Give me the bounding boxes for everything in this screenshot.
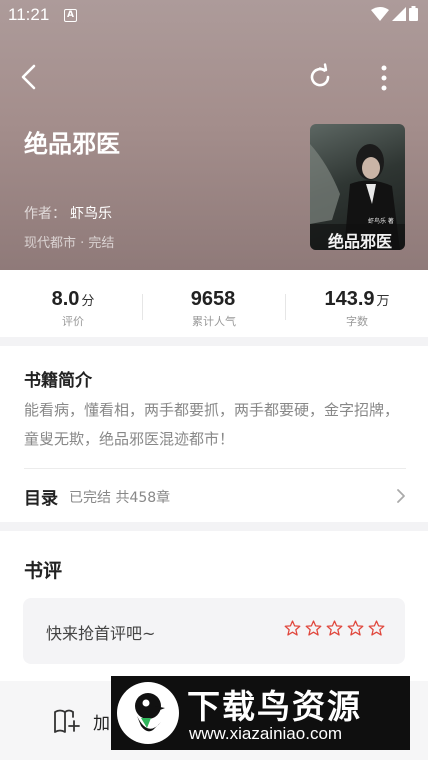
intro-section: 书籍简介 能看病，懂看相，两手都要抓，两手都要硬，金字招牌，童叟无欺，绝品邪医混… xyxy=(0,346,428,522)
intro-text[interactable]: 能看病，懂看相，两手都要抓，两手都要硬，金字招牌，童叟无欺，绝品邪医混迹都市！ xyxy=(24,396,409,454)
battery-icon xyxy=(409,6,418,21)
stat-value: 8.0 xyxy=(51,288,80,310)
stat-popularity: 9658 累计人气 xyxy=(143,288,285,329)
stat-label: 评价 xyxy=(62,315,84,328)
stats-bar: 8.0 分 评价 9658 累计人气 143.9 万 字数 xyxy=(0,270,428,337)
book-header: 11:21 A 绝品邪医 作者： 虾鸟乐 现代都市 · 完结 虾鸟乐 著 绝品邪医 xyxy=(0,0,428,270)
notification-icon: A xyxy=(64,9,77,22)
toc-label: 目录 xyxy=(24,489,58,509)
stat-word-count: 143.9 万 字数 xyxy=(286,288,428,329)
stat-unit: 万 xyxy=(376,294,390,309)
signal-icon xyxy=(392,6,406,21)
review-prompt: 快来抢首评吧~ xyxy=(46,624,156,643)
toc-status: 已完结 共458章 xyxy=(69,490,171,506)
chevron-right-icon xyxy=(397,489,405,503)
book-title: 绝品邪医 xyxy=(24,130,120,158)
star-icon[interactable] xyxy=(305,620,322,636)
system-icons xyxy=(371,6,418,21)
watermark-banner: 下载鸟资源 www.xiazainiao.com xyxy=(111,676,410,750)
status-bar: 11:21 A xyxy=(0,0,428,30)
watermark-url: www.xiazainiao.com xyxy=(189,724,343,743)
stat-value: 143.9 xyxy=(324,288,375,310)
star-icon[interactable] xyxy=(326,620,343,636)
book-genre: 现代都市 · 完结 xyxy=(24,236,115,251)
review-title: 书评 xyxy=(24,560,63,582)
review-section: 书评 快来抢首评吧~ xyxy=(0,531,428,681)
wifi-icon xyxy=(371,6,389,21)
rating-stars[interactable] xyxy=(284,620,385,636)
more-vertical-icon[interactable] xyxy=(372,64,396,92)
divider xyxy=(24,468,406,469)
back-icon[interactable] xyxy=(14,62,44,92)
add-to-shelf-icon[interactable] xyxy=(53,708,81,734)
stat-label: 字数 xyxy=(346,315,368,328)
stat-value: 9658 xyxy=(190,288,236,310)
author-name[interactable]: 虾鸟乐 xyxy=(70,206,112,222)
refresh-icon[interactable] xyxy=(306,63,334,91)
cover-author-text: 虾鸟乐 著 xyxy=(368,218,394,225)
bird-logo-icon xyxy=(117,682,179,744)
add-to-shelf-label[interactable]: 加 xyxy=(93,709,110,734)
cover-title-text: 绝品邪医 xyxy=(328,232,393,250)
author-row: 作者： 虾鸟乐 xyxy=(24,203,112,223)
book-cover: 虾鸟乐 著 绝品邪医 xyxy=(310,124,405,250)
star-icon[interactable] xyxy=(368,620,385,636)
star-icon[interactable] xyxy=(347,620,364,636)
status-time: 11:21 xyxy=(8,5,50,24)
review-input-box[interactable]: 快来抢首评吧~ xyxy=(23,598,405,664)
stat-label: 累计人气 xyxy=(192,315,236,328)
intro-title: 书籍简介 xyxy=(24,371,92,391)
watermark-title: 下载鸟资源 xyxy=(187,687,362,726)
star-icon[interactable] xyxy=(284,620,301,636)
stat-unit: 分 xyxy=(81,294,95,309)
author-label: 作者： xyxy=(24,206,66,222)
stat-rating: 8.0 分 评价 xyxy=(2,288,144,329)
